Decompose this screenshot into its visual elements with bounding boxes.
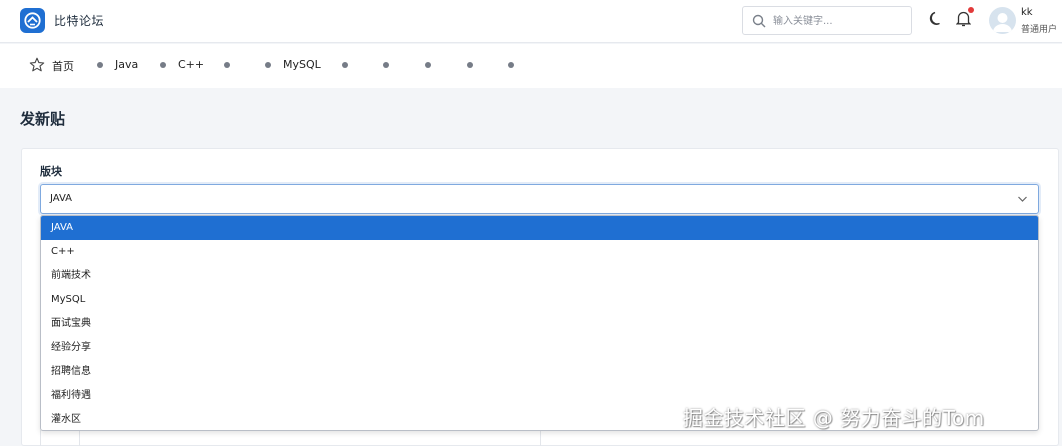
board-select-value: JAVA [50, 193, 73, 204]
user-role: 普通用户 [1021, 25, 1058, 35]
search-icon [752, 14, 766, 28]
dot-icon [383, 62, 389, 68]
board-option[interactable]: 经验分享 [41, 336, 1038, 360]
search-box[interactable] [742, 6, 912, 35]
chevron-down-icon [1018, 196, 1027, 202]
category-nav: 首页 Java C++ MySQL [0, 44, 1062, 88]
page-title: 发新贴 [20, 110, 66, 128]
user-name[interactable]: kk [1021, 7, 1033, 18]
watermark-text: 掘金技术社区 @ 努力奋斗的Tom [683, 406, 985, 430]
board-option[interactable]: 前端技术 [41, 264, 1038, 288]
board-option[interactable]: JAVA [41, 216, 1038, 240]
dot-icon [342, 62, 348, 68]
dot-icon [265, 62, 271, 68]
top-header: 比特论坛 kk 普通用户 [0, 0, 1062, 43]
dot-icon [467, 62, 473, 68]
dot-icon [508, 62, 514, 68]
editor-frame-edge [40, 430, 1039, 446]
dot-icon [224, 62, 230, 68]
board-option[interactable]: 面试宝典 [41, 312, 1038, 336]
board-option[interactable]: MySQL [41, 288, 1038, 312]
nav-item-home[interactable]: 首页 [52, 58, 74, 74]
nav-item-label: MySQL [283, 58, 321, 71]
dot-icon [97, 62, 103, 68]
avatar[interactable] [989, 7, 1016, 34]
board-option[interactable]: C++ [41, 240, 1038, 264]
user-avatar-icon [993, 13, 1012, 32]
search-input[interactable] [773, 12, 905, 30]
board-dropdown-list: JAVA C++ 前端技术 MySQL 面试宝典 经验分享 招聘信息 福利待遇 … [40, 215, 1039, 431]
board-option[interactable]: 招聘信息 [41, 360, 1038, 384]
dot-icon [425, 62, 431, 68]
nav-item-label: Java [115, 58, 139, 71]
app-logo-icon[interactable] [20, 8, 45, 33]
moon-icon[interactable] [929, 11, 944, 26]
notification-dot [968, 7, 974, 13]
dot-icon [160, 62, 166, 68]
board-field-label: 版块 [40, 165, 62, 178]
nav-item-label: C++ [178, 58, 205, 71]
app-title[interactable]: 比特论坛 [54, 12, 104, 29]
star-icon[interactable] [29, 57, 45, 73]
notification-button[interactable] [955, 7, 974, 28]
board-select[interactable]: JAVA [40, 184, 1039, 214]
